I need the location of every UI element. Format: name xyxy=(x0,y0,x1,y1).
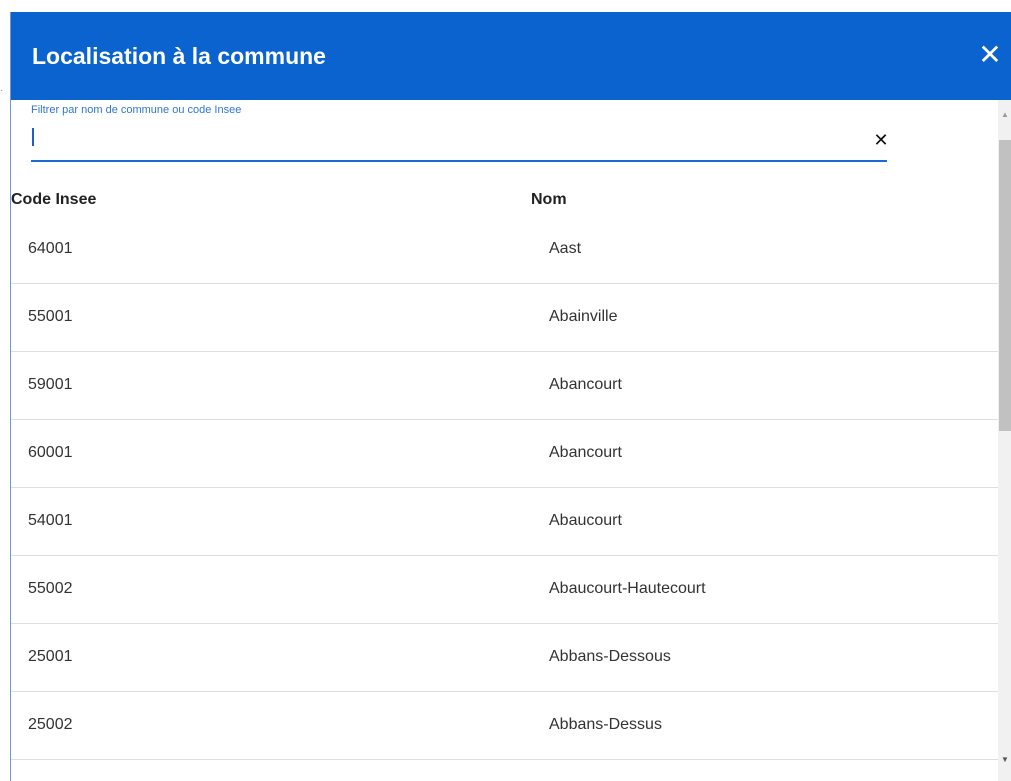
cell-nom: Abainville xyxy=(549,308,618,325)
table-row[interactable]: 59001 Abancourt xyxy=(11,352,998,420)
cell-nom: Abaucourt-Hautecourt xyxy=(549,580,706,597)
table-row[interactable]: 60001 Abancourt xyxy=(11,420,998,488)
filter-underline xyxy=(31,160,887,162)
dialog-title: Localisation à la commune xyxy=(32,43,326,69)
cell-nom: Abbans-Dessous xyxy=(549,648,671,665)
vertical-scrollbar[interactable]: ▲ ▼ xyxy=(998,100,1011,781)
table-row[interactable]: 25002 Abbans-Dessus xyxy=(11,692,998,760)
cell-code-insee: 54001 xyxy=(28,512,73,529)
cell-nom: Abancourt xyxy=(549,376,622,393)
filter-label: Filtrer par nom de commune ou code Insee xyxy=(31,104,242,116)
close-icon[interactable]: ✕ xyxy=(975,40,1005,70)
column-header-nom[interactable]: Nom xyxy=(531,190,567,210)
commune-dialog: Localisation à la commune ✕ Filtrer par … xyxy=(10,12,1011,781)
scroll-down-arrow-icon[interactable]: ▼ xyxy=(998,753,1011,767)
cell-code-insee: 25001 xyxy=(28,648,73,665)
scroll-up-arrow-icon[interactable]: ▲ xyxy=(998,108,1011,122)
cell-code-insee: 64001 xyxy=(28,240,73,257)
table-row[interactable]: 25001 Abbans-Dessous xyxy=(11,624,998,692)
text-caret xyxy=(32,128,34,146)
cell-nom: Abancourt xyxy=(549,444,622,461)
cell-code-insee: 55001 xyxy=(28,308,73,325)
column-header-code-insee[interactable]: Code Insee xyxy=(11,190,96,210)
cell-nom: Abbans-Dessus xyxy=(549,716,662,733)
cell-code-insee: 55002 xyxy=(28,580,73,597)
scrollbar-thumb[interactable] xyxy=(999,140,1011,431)
commune-list: 64001 Aast 55001 Abainville 59001 Abanco… xyxy=(11,216,998,760)
window-edge-mark: · xyxy=(0,85,4,96)
cell-code-insee: 60001 xyxy=(28,444,73,461)
cell-code-insee: 59001 xyxy=(28,376,73,393)
dialog-header: Localisation à la commune ✕ xyxy=(11,12,1011,100)
cell-code-insee: 25002 xyxy=(28,716,73,733)
table-row[interactable]: 54001 Abaucourt xyxy=(11,488,998,556)
cell-nom: Abaucourt xyxy=(549,512,622,529)
table-row[interactable]: 55001 Abainville xyxy=(11,284,998,352)
table-row[interactable]: 64001 Aast xyxy=(11,216,998,284)
cell-nom: Aast xyxy=(549,240,582,257)
filter-input[interactable] xyxy=(31,125,853,155)
table-row[interactable]: 55002 Abaucourt-Hautecourt xyxy=(11,556,998,624)
clear-icon[interactable]: ✕ xyxy=(869,128,893,152)
